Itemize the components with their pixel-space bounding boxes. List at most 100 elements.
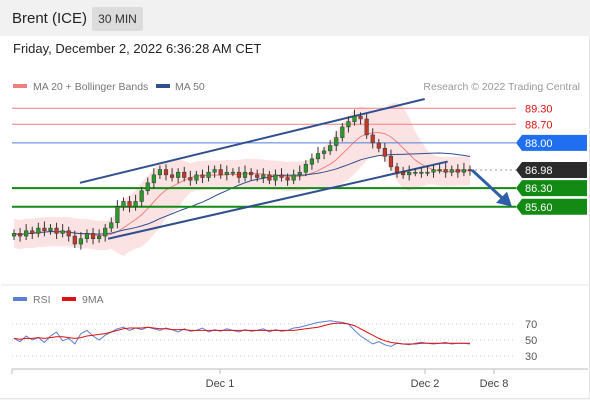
price-chart: MA 20 + Bollinger Bands MA 50 Research ©… — [1, 81, 588, 390]
legend-bollinger-label: MA 20 + Bollinger Bands — [33, 81, 148, 93]
legend-ma50-label: MA 50 — [175, 81, 205, 93]
candle-body — [273, 174, 278, 181]
rsi-level-label: 50 — [525, 335, 537, 347]
legend-bollinger-swatch — [13, 84, 27, 88]
candle-body — [394, 166, 400, 173]
candle-body — [340, 126, 345, 138]
candle-body — [212, 169, 217, 173]
candle-body — [48, 227, 53, 231]
candle-body — [163, 169, 169, 176]
copyright: Research © 2022 Trading Central — [423, 81, 580, 93]
candle-body — [109, 222, 114, 229]
candle-body — [443, 169, 448, 173]
candle-body — [151, 174, 156, 184]
x-axis: Dec 1 Dec 2 Dec 8 — [11, 369, 509, 390]
candle-body — [133, 201, 138, 208]
candle-body — [139, 190, 144, 202]
candle-body — [249, 171, 254, 176]
candle-body — [346, 121, 351, 128]
x-tick-label: Dec 2 — [411, 378, 440, 390]
candle-body — [279, 174, 284, 178]
candle-body — [84, 233, 90, 239]
candle-body — [303, 163, 308, 173]
candle-body — [236, 171, 242, 178]
candle-body — [291, 174, 296, 181]
legend-rsi-label: RSI — [33, 294, 51, 306]
rsi-line — [13, 320, 471, 347]
candle-body — [11, 233, 17, 237]
price-tag-label: 88.70 — [525, 119, 553, 131]
legend-9ma-swatch — [62, 297, 76, 301]
candle-body — [413, 171, 418, 174]
candle-body — [224, 171, 229, 176]
price-tag-label: 88.00 — [525, 138, 553, 150]
candle-body — [72, 235, 77, 245]
candle-body — [407, 171, 412, 176]
candle-body — [170, 174, 175, 178]
candle-body — [261, 174, 266, 178]
candle-body — [182, 171, 187, 178]
projection-arrow-shaft — [470, 168, 505, 200]
candle-body — [358, 116, 363, 120]
legend-ma50-swatch — [156, 84, 170, 88]
candle-body — [364, 118, 369, 136]
price-tag-label: 89.30 — [525, 103, 553, 115]
price-tags: 89.30 88.70 88.00 86.98 86.30 85.60 — [516, 103, 587, 215]
price-tag-label: 86.30 — [525, 183, 553, 195]
candle-body — [97, 235, 102, 239]
bollinger-fill — [14, 102, 470, 256]
candle-body — [24, 230, 29, 237]
candle-body — [230, 171, 235, 174]
rsi-level-label: 30 — [525, 351, 537, 363]
candle-body — [36, 227, 41, 234]
candle-body — [401, 171, 406, 176]
candle-body — [425, 171, 430, 174]
legend-9ma-label: 9MA — [82, 294, 104, 306]
candle-body — [66, 230, 71, 237]
x-tick-label: Dec 8 — [480, 378, 509, 390]
candle-body — [206, 171, 211, 178]
candle-body — [382, 147, 387, 157]
x-tick-label: Dec 1 — [206, 378, 235, 390]
rsi-level-label: 70 — [525, 319, 537, 331]
candle-body — [176, 171, 181, 178]
candle-body — [449, 169, 454, 173]
candle-body — [145, 182, 150, 192]
candle-body — [18, 233, 23, 237]
candle-body — [194, 174, 199, 181]
candle-body — [352, 116, 357, 122]
candle-body — [376, 142, 381, 149]
candle-body — [467, 169, 473, 171]
candle-body — [461, 169, 466, 173]
candle-body — [188, 177, 193, 181]
candle-body — [200, 174, 205, 178]
candle-body — [78, 238, 83, 245]
candle-body — [121, 201, 126, 208]
candle-body — [30, 230, 35, 234]
bollinger-bands — [13, 102, 471, 256]
candle-body — [388, 155, 394, 168]
price-tag-label: 86.98 — [525, 165, 553, 177]
candle-body — [54, 227, 59, 234]
candle-body — [115, 206, 120, 224]
candle-body — [255, 174, 260, 178]
rsi-pane: 70 50 30 — [12, 319, 537, 363]
candle-body — [419, 171, 424, 174]
candle-body — [370, 134, 375, 144]
candle-body — [328, 145, 333, 152]
candle-body — [90, 233, 96, 239]
legend-rsi-swatch — [13, 297, 27, 301]
rsi-ma-line — [13, 322, 470, 345]
candle-body — [157, 169, 162, 176]
candle-body — [315, 153, 321, 160]
candle-body — [334, 137, 339, 146]
candle-body — [103, 227, 108, 237]
candle-body — [297, 171, 302, 176]
price-tag-label: 85.60 — [525, 202, 553, 214]
candle-body — [455, 169, 460, 173]
candle-body — [431, 169, 436, 173]
candle-body — [267, 174, 272, 181]
candle-body — [322, 150, 327, 154]
candle-body — [309, 158, 314, 165]
candle-body — [242, 171, 248, 178]
